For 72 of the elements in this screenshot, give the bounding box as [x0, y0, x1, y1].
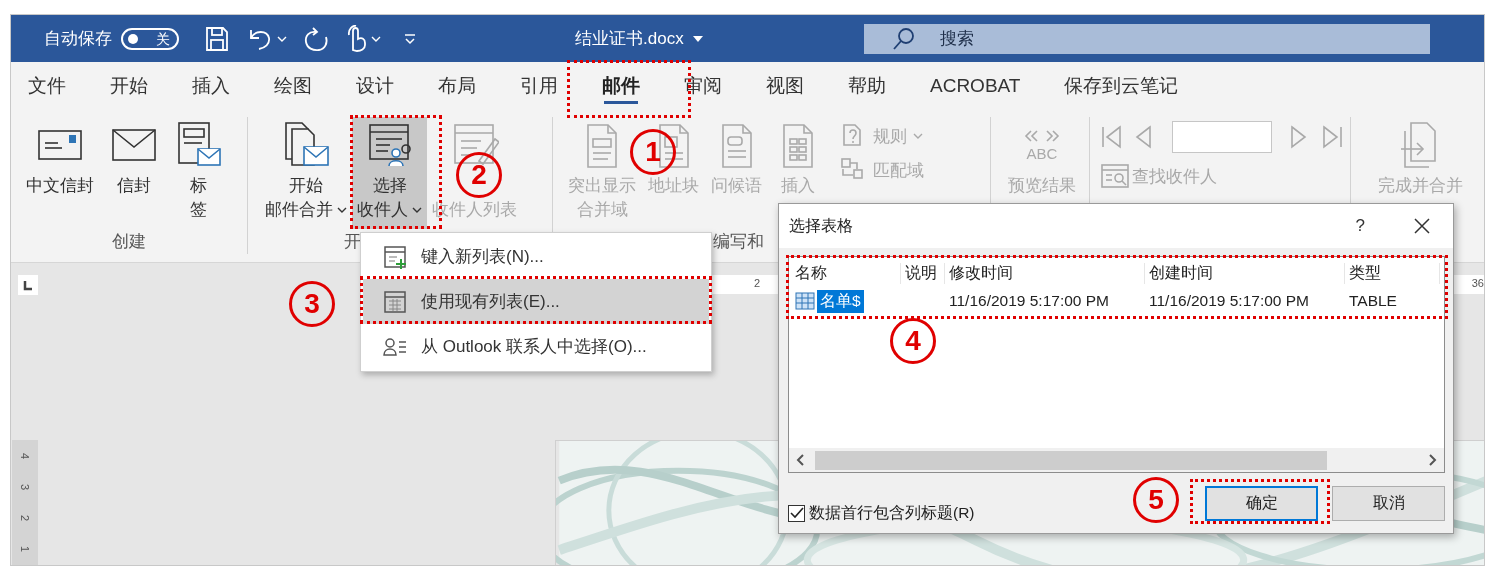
caret-icon [371, 34, 381, 43]
table-cell-text: 11/16/2019 5:17:00 PM [949, 292, 1110, 310]
checkbox[interactable] [788, 504, 805, 522]
column-header[interactable]: 类型 [1349, 262, 1440, 284]
step-number: 5 [1133, 477, 1179, 523]
close-icon[interactable] [1413, 217, 1431, 235]
ribbon-tab[interactable]: 保存到云笔记 [1064, 62, 1179, 110]
table-icon [795, 292, 815, 310]
table-cell-text: 11/16/2019 5:17:00 PM [1149, 292, 1310, 310]
scrollbar[interactable] [789, 448, 1444, 472]
menu-item[interactable]: 从 Outlook 联系人中选择(O)... [363, 324, 709, 369]
column-header[interactable]: 创建时间 [1149, 262, 1345, 284]
check-icon [789, 507, 804, 519]
column-header[interactable]: 修改时间 [949, 262, 1145, 284]
save-icon[interactable] [205, 25, 229, 52]
double-chevron-icon [1024, 128, 1060, 143]
ruler-number: 36 [1471, 277, 1484, 289]
table-cell-text: TABLE [1349, 292, 1398, 310]
dialog-title: 选择表格 [789, 215, 853, 236]
ribbon-tab[interactable]: 设计 [356, 62, 394, 110]
autosave-toggle[interactable]: 关 [121, 27, 179, 50]
ribbon-tab[interactable]: 引用 [520, 62, 558, 110]
search-field[interactable]: 搜索 [864, 23, 1430, 54]
step-number: 3 [289, 281, 335, 327]
column-header[interactable]: 说明 [905, 262, 945, 284]
ruler-number: 1 [19, 546, 31, 553]
touch-icon[interactable] [345, 24, 367, 53]
step-number: 1 [630, 129, 676, 175]
ruler-number: 2 [19, 515, 31, 522]
ribbon-button[interactable]: 选择 收件人 [352, 117, 427, 229]
help-button[interactable]: ? [1355, 216, 1365, 236]
ribbon-tab[interactable]: 布局 [438, 62, 476, 110]
group-label: 编写和 [712, 231, 765, 253]
ribbon-button[interactable]: 标 签 [169, 117, 227, 229]
ribbon-tab[interactable]: 开始 [110, 62, 148, 110]
step-number: 4 [890, 318, 936, 364]
ribbon-button[interactable]: 中文信封 [21, 117, 99, 229]
ribbon-tab[interactable]: 帮助 [848, 62, 886, 110]
column-header[interactable]: 名称 [795, 262, 901, 284]
menu-item[interactable]: 键入新列表(N)... [363, 234, 709, 279]
tab-stop-icon[interactable] [18, 275, 38, 295]
search-icon [892, 26, 916, 51]
step-number: 2 [456, 152, 502, 198]
ruler-number: 4 [19, 452, 31, 459]
caret-icon[interactable] [692, 35, 703, 42]
ribbon-tab[interactable]: 邮件 [602, 62, 640, 110]
ribbon-tab[interactable]: ACROBAT [930, 62, 1021, 110]
document-title: 结业证书.docx [575, 28, 684, 50]
ribbon-button[interactable]: 开始 邮件合并 [260, 117, 352, 229]
group-label: 创建 [111, 231, 147, 253]
ribbon-tab[interactable]: 文件 [28, 62, 66, 110]
document-magnifier-icon [1100, 163, 1130, 189]
ribbon-tab[interactable]: 插入 [192, 62, 230, 110]
redo-icon[interactable] [303, 24, 329, 53]
group-label: 开 [343, 231, 362, 253]
ruler-number: 3 [19, 483, 31, 490]
ribbon-tab[interactable]: 审阅 [684, 62, 722, 110]
documents-envelope-icon [282, 121, 330, 169]
menu-item[interactable]: 使用现有列表(E)... [363, 279, 709, 324]
ribbon-tab[interactable]: 视图 [766, 62, 804, 110]
ribbon-tab[interactable]: 绘图 [274, 62, 312, 110]
customize-icon[interactable] [403, 31, 417, 46]
checkbox-label: 数据首行包含列标题(R) [809, 502, 975, 523]
dialog-button[interactable]: 取消 [1332, 485, 1445, 521]
table-plus-icon [383, 244, 407, 269]
table-name[interactable]: 名单$ [817, 289, 864, 313]
dialog-button[interactable]: 确定 [1205, 485, 1318, 521]
caret-icon [277, 34, 287, 43]
table-icon [383, 289, 407, 314]
ribbon-button[interactable]: 信封 [105, 117, 163, 229]
ruler-number: 2 [754, 277, 761, 289]
autosave-label: 自动保存 [44, 28, 112, 50]
